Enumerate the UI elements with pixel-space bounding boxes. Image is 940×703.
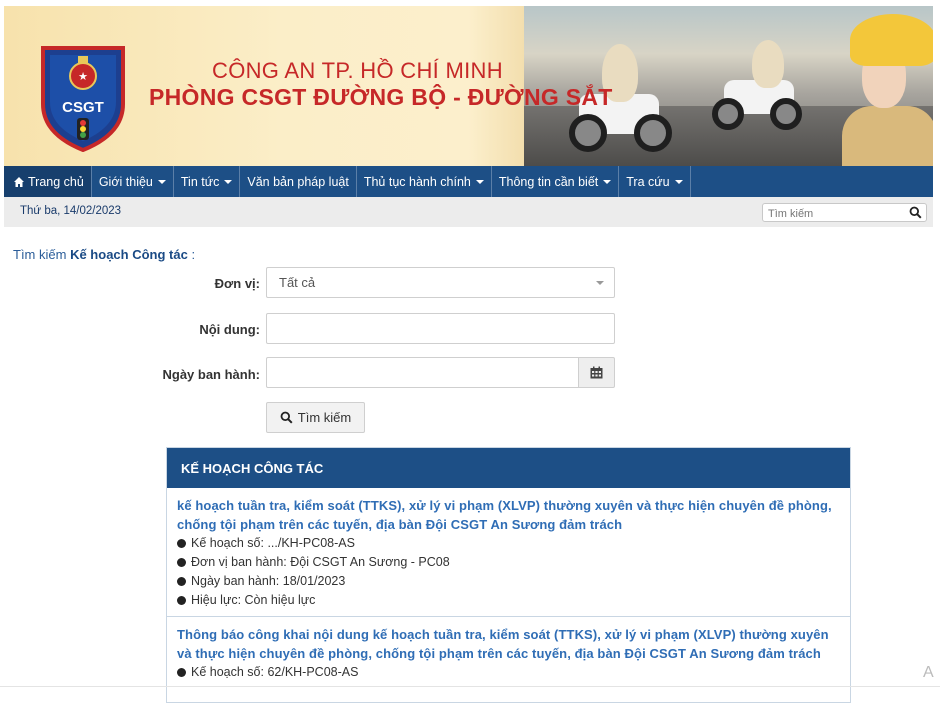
officer-graphic bbox=[752, 40, 784, 88]
banner-title-line1: CÔNG AN TP. HỒ CHÍ MINH bbox=[212, 58, 503, 83]
site-search-input[interactable] bbox=[763, 205, 903, 223]
main-nav: Trang chủ Giới thiệu Tin tức Văn bản phá… bbox=[4, 166, 933, 197]
list-item: Thông báo công khai nội dung kế hoạch tu… bbox=[167, 617, 850, 688]
bullet-icon bbox=[177, 577, 186, 586]
wheel-graphic bbox=[712, 98, 744, 130]
search-icon[interactable] bbox=[909, 206, 922, 219]
issued-date: Ngày ban hành: 18/01/2023 bbox=[191, 574, 346, 588]
divider bbox=[0, 686, 940, 687]
nav-label: Tra cứu bbox=[626, 174, 670, 189]
entry-meta: Hiệu lực: Còn hiệu lực bbox=[177, 591, 840, 610]
nav-label: Trang chủ bbox=[28, 174, 84, 189]
banner-title-line2: PHÒNG CSGT ĐƯỜNG BỘ - ĐƯỜNG SẮT bbox=[149, 84, 613, 110]
results-panel: KẾ HOẠCH CÔNG TÁC kế hoạch tuần tra, kiể… bbox=[166, 447, 851, 703]
issued-date-label: Ngày ban hành: bbox=[162, 367, 260, 382]
nav-item-news[interactable]: Tin tức bbox=[174, 166, 241, 197]
entry-title-link[interactable]: Thông báo công khai nội dung kế hoạch tu… bbox=[177, 625, 840, 663]
unit-select-value: Tất cả bbox=[279, 275, 316, 290]
entry-meta: Đơn vị ban hành: Đội CSGT An Sương - PC0… bbox=[177, 553, 840, 572]
nav-item-about[interactable]: Giới thiệu bbox=[92, 166, 174, 197]
home-icon bbox=[14, 176, 24, 187]
issued-date-input[interactable] bbox=[267, 358, 578, 387]
corner-glyph: A bbox=[923, 664, 934, 681]
calendar-icon bbox=[590, 366, 603, 379]
sub-bar: Thứ ba, 14/02/2023 bbox=[4, 197, 933, 227]
nav-item-legal-documents[interactable]: Văn bản pháp luật bbox=[240, 166, 357, 197]
search-button[interactable]: Tìm kiếm bbox=[266, 402, 365, 433]
helmet-graphic bbox=[850, 14, 933, 66]
validity-status: Hiệu lực: Còn hiệu lực bbox=[191, 593, 316, 607]
caret-down-icon bbox=[224, 179, 233, 184]
issued-date-field-wrapper bbox=[266, 357, 579, 388]
content-input[interactable] bbox=[267, 314, 614, 343]
caret-down-icon bbox=[603, 179, 612, 184]
site-search-box bbox=[762, 203, 927, 223]
officer-graphic bbox=[842, 106, 933, 166]
search-icon bbox=[280, 411, 293, 424]
content-label: Nội dung: bbox=[199, 322, 260, 337]
bullet-icon bbox=[177, 558, 186, 567]
caret-down-icon bbox=[157, 179, 166, 184]
plan-number: Kế hoạch số: 62/KH-PC08-AS bbox=[191, 665, 359, 679]
chevron-down-icon bbox=[596, 281, 604, 285]
svg-text:★: ★ bbox=[78, 71, 88, 83]
unit-label: Đơn vị: bbox=[214, 276, 260, 291]
form-title-bold: Kế hoạch Công tác bbox=[70, 247, 188, 262]
caret-down-icon bbox=[674, 179, 683, 184]
wheel-graphic bbox=[634, 114, 672, 152]
form-title-prefix: Tìm kiếm bbox=[13, 247, 67, 262]
page: ★ CSGT CÔNG AN TP. HỒ CHÍ MINH PHÒNG CSG… bbox=[0, 0, 940, 703]
nav-item-home[interactable]: Trang chủ bbox=[4, 166, 92, 197]
nav-label: Thông tin cần biết bbox=[498, 174, 599, 189]
entry-title-link[interactable]: kế hoạch tuần tra, kiểm soát (TTKS), xử … bbox=[177, 496, 840, 534]
header-banner: ★ CSGT CÔNG AN TP. HỒ CHÍ MINH PHÒNG CSG… bbox=[4, 6, 933, 166]
nav-item-lookup[interactable]: Tra cứu bbox=[619, 166, 691, 197]
nav-label: Tin tức bbox=[180, 174, 220, 189]
issuing-unit: Đơn vị ban hành: Đội CSGT An Sương - PC0… bbox=[191, 555, 450, 569]
form-title-suffix: : bbox=[187, 247, 196, 262]
entry-meta: Ngày ban hành: 18/01/2023 bbox=[177, 572, 840, 591]
content-field-wrapper bbox=[266, 313, 615, 344]
bullet-icon bbox=[177, 596, 186, 605]
caret-down-icon bbox=[475, 179, 484, 184]
nav-item-useful-info[interactable]: Thông tin cần biết bbox=[492, 166, 620, 197]
bullet-icon bbox=[177, 668, 186, 677]
search-button-label: Tìm kiếm bbox=[297, 410, 352, 425]
bullet-icon bbox=[177, 539, 186, 548]
unit-select[interactable]: Tất cả bbox=[266, 267, 615, 298]
wheel-graphic bbox=[569, 114, 607, 152]
panel-heading: KẾ HOẠCH CÔNG TÁC bbox=[167, 448, 850, 488]
entry-meta: Kế hoạch số: 62/KH-PC08-AS bbox=[177, 663, 840, 682]
nav-label: Giới thiệu bbox=[98, 174, 153, 189]
current-date: Thứ ba, 14/02/2023 bbox=[20, 205, 122, 217]
csgt-logo: ★ CSGT bbox=[41, 46, 125, 152]
list-item: kế hoạch tuần tra, kiểm soát (TTKS), xử … bbox=[167, 488, 850, 617]
nav-item-administrative-procedures[interactable]: Thủ tục hành chính bbox=[357, 166, 492, 197]
entry-meta: Kế hoạch số: .../KH-PC08-AS bbox=[177, 534, 840, 553]
nav-label: Văn bản pháp luật bbox=[247, 174, 349, 189]
wheel-graphic bbox=[770, 98, 802, 130]
logo-text: CSGT bbox=[62, 99, 104, 116]
calendar-button[interactable] bbox=[578, 357, 615, 388]
search-form-title: Tìm kiếm Kế hoạch Công tác : bbox=[13, 247, 195, 262]
plan-number: Kế hoạch số: .../KH-PC08-AS bbox=[191, 536, 355, 550]
nav-label: Thủ tục hành chính bbox=[363, 174, 471, 189]
